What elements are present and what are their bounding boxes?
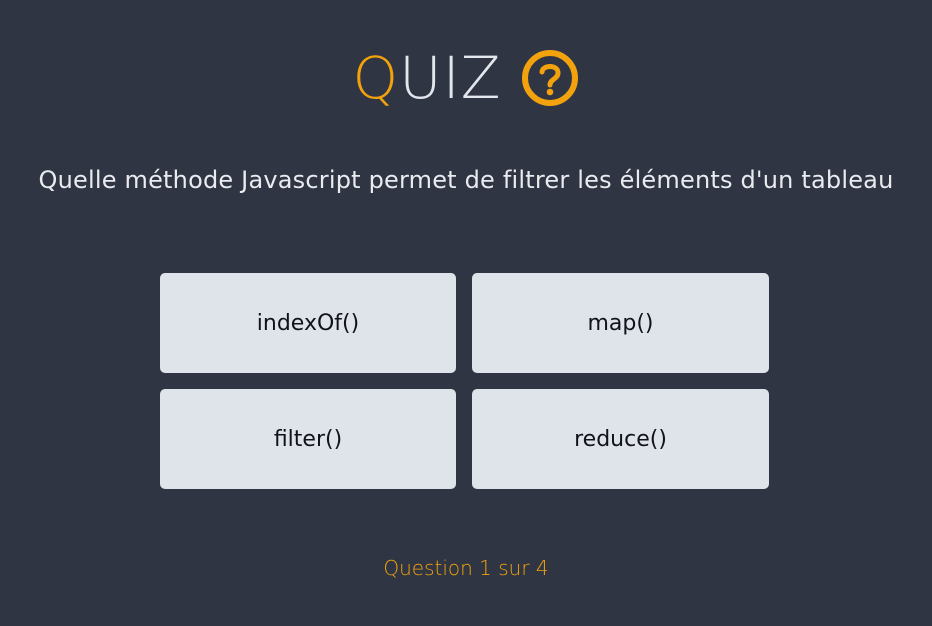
answer-grid: indexOf() map() filter() reduce() [160, 273, 769, 489]
title-accent-letter: Q [352, 44, 400, 112]
answer-button-filter[interactable]: filter() [160, 389, 456, 489]
quiz-title: Q UIZ [0, 40, 932, 116]
title-text: UIZ [399, 44, 502, 112]
answer-button-reduce[interactable]: reduce() [472, 389, 769, 489]
question-progress: Question 1 sur 4 [383, 556, 549, 580]
answer-button-map[interactable]: map() [472, 273, 769, 373]
question-text: Quelle méthode Javascript permet de filt… [38, 166, 894, 194]
answer-button-indexof[interactable]: indexOf() [160, 273, 456, 373]
question-circle-icon [521, 49, 579, 107]
